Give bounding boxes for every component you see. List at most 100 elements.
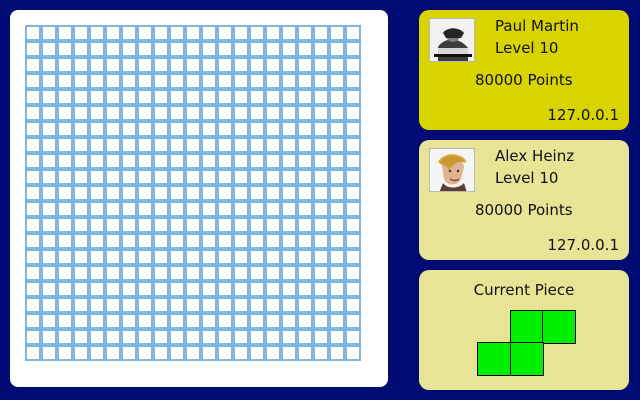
board-cell xyxy=(217,41,233,57)
board-cell xyxy=(105,57,121,73)
board-grid xyxy=(25,25,361,361)
board-cell xyxy=(281,249,297,265)
board-cell xyxy=(217,169,233,185)
board-cell xyxy=(153,169,169,185)
board-cell xyxy=(329,217,345,233)
player-card-paul-martin: Paul Martin Level 10 80000 Points 127.0.… xyxy=(419,10,629,130)
board-cell xyxy=(89,217,105,233)
board-cell xyxy=(153,233,169,249)
board-cell xyxy=(73,249,89,265)
board-cell xyxy=(249,137,265,153)
board-cell xyxy=(41,265,57,281)
board-cell xyxy=(329,201,345,217)
board-cell xyxy=(233,233,249,249)
board-cell xyxy=(57,233,73,249)
board-cell xyxy=(345,313,361,329)
board-cell xyxy=(281,185,297,201)
board-cell xyxy=(153,153,169,169)
board-cell xyxy=(249,329,265,345)
board-cell xyxy=(105,73,121,89)
board-cell xyxy=(169,297,185,313)
board-cell xyxy=(25,249,41,265)
board-cell xyxy=(329,105,345,121)
board-cell xyxy=(41,73,57,89)
board-cell xyxy=(281,265,297,281)
board-cell xyxy=(233,89,249,105)
board-cell xyxy=(313,121,329,137)
board-cell xyxy=(185,185,201,201)
board-cell xyxy=(153,105,169,121)
board-cell xyxy=(265,201,281,217)
board-cell xyxy=(217,57,233,73)
board-cell xyxy=(121,249,137,265)
board-cell xyxy=(233,25,249,41)
board-cell xyxy=(137,25,153,41)
board-cell xyxy=(105,233,121,249)
board-cell xyxy=(121,201,137,217)
board-cell xyxy=(89,281,105,297)
board-cell xyxy=(153,41,169,57)
board-cell xyxy=(153,217,169,233)
board-cell xyxy=(57,345,73,361)
board-cell xyxy=(201,137,217,153)
board-cell xyxy=(121,281,137,297)
board-cell xyxy=(249,105,265,121)
board-cell xyxy=(345,121,361,137)
board-cell xyxy=(105,89,121,105)
board-cell xyxy=(41,345,57,361)
board-cell xyxy=(313,73,329,89)
board-cell xyxy=(41,89,57,105)
board-cell xyxy=(41,297,57,313)
board-cell xyxy=(217,201,233,217)
board-cell xyxy=(345,281,361,297)
board-cell xyxy=(233,265,249,281)
board-cell xyxy=(185,25,201,41)
board-cell xyxy=(153,265,169,281)
board-cell xyxy=(201,281,217,297)
board-cell xyxy=(105,25,121,41)
board-cell xyxy=(217,217,233,233)
piece-block xyxy=(542,310,576,344)
board-cell xyxy=(345,137,361,153)
board-cell xyxy=(153,249,169,265)
board-cell xyxy=(137,217,153,233)
board-cell xyxy=(281,121,297,137)
board-cell xyxy=(121,57,137,73)
board-cell xyxy=(105,137,121,153)
board-cell xyxy=(57,313,73,329)
board-cell xyxy=(297,153,313,169)
board-cell xyxy=(265,153,281,169)
board-cell xyxy=(281,137,297,153)
board-cell xyxy=(73,281,89,297)
board-cell xyxy=(217,25,233,41)
board-cell xyxy=(345,265,361,281)
board-cell xyxy=(249,201,265,217)
board-cell xyxy=(265,89,281,105)
board-cell xyxy=(73,41,89,57)
board-cell xyxy=(105,169,121,185)
player-points: 80000 Points xyxy=(475,201,573,219)
board-cell xyxy=(73,153,89,169)
board-cell xyxy=(313,217,329,233)
board-cell xyxy=(41,329,57,345)
board-cell xyxy=(25,73,41,89)
board-cell xyxy=(89,57,105,73)
board-cell xyxy=(313,233,329,249)
board-cell xyxy=(313,329,329,345)
board-cell xyxy=(105,201,121,217)
board-cell xyxy=(25,281,41,297)
board-cell xyxy=(281,281,297,297)
board-cell xyxy=(137,201,153,217)
board-cell xyxy=(281,105,297,121)
board-cell xyxy=(41,137,57,153)
board-cell xyxy=(89,201,105,217)
board-cell xyxy=(25,25,41,41)
board-cell xyxy=(313,25,329,41)
board-cell xyxy=(25,217,41,233)
board-cell xyxy=(313,185,329,201)
board-cell xyxy=(89,329,105,345)
board-cell xyxy=(281,313,297,329)
board-cell xyxy=(233,313,249,329)
board-cell xyxy=(313,105,329,121)
board-cell xyxy=(25,57,41,73)
